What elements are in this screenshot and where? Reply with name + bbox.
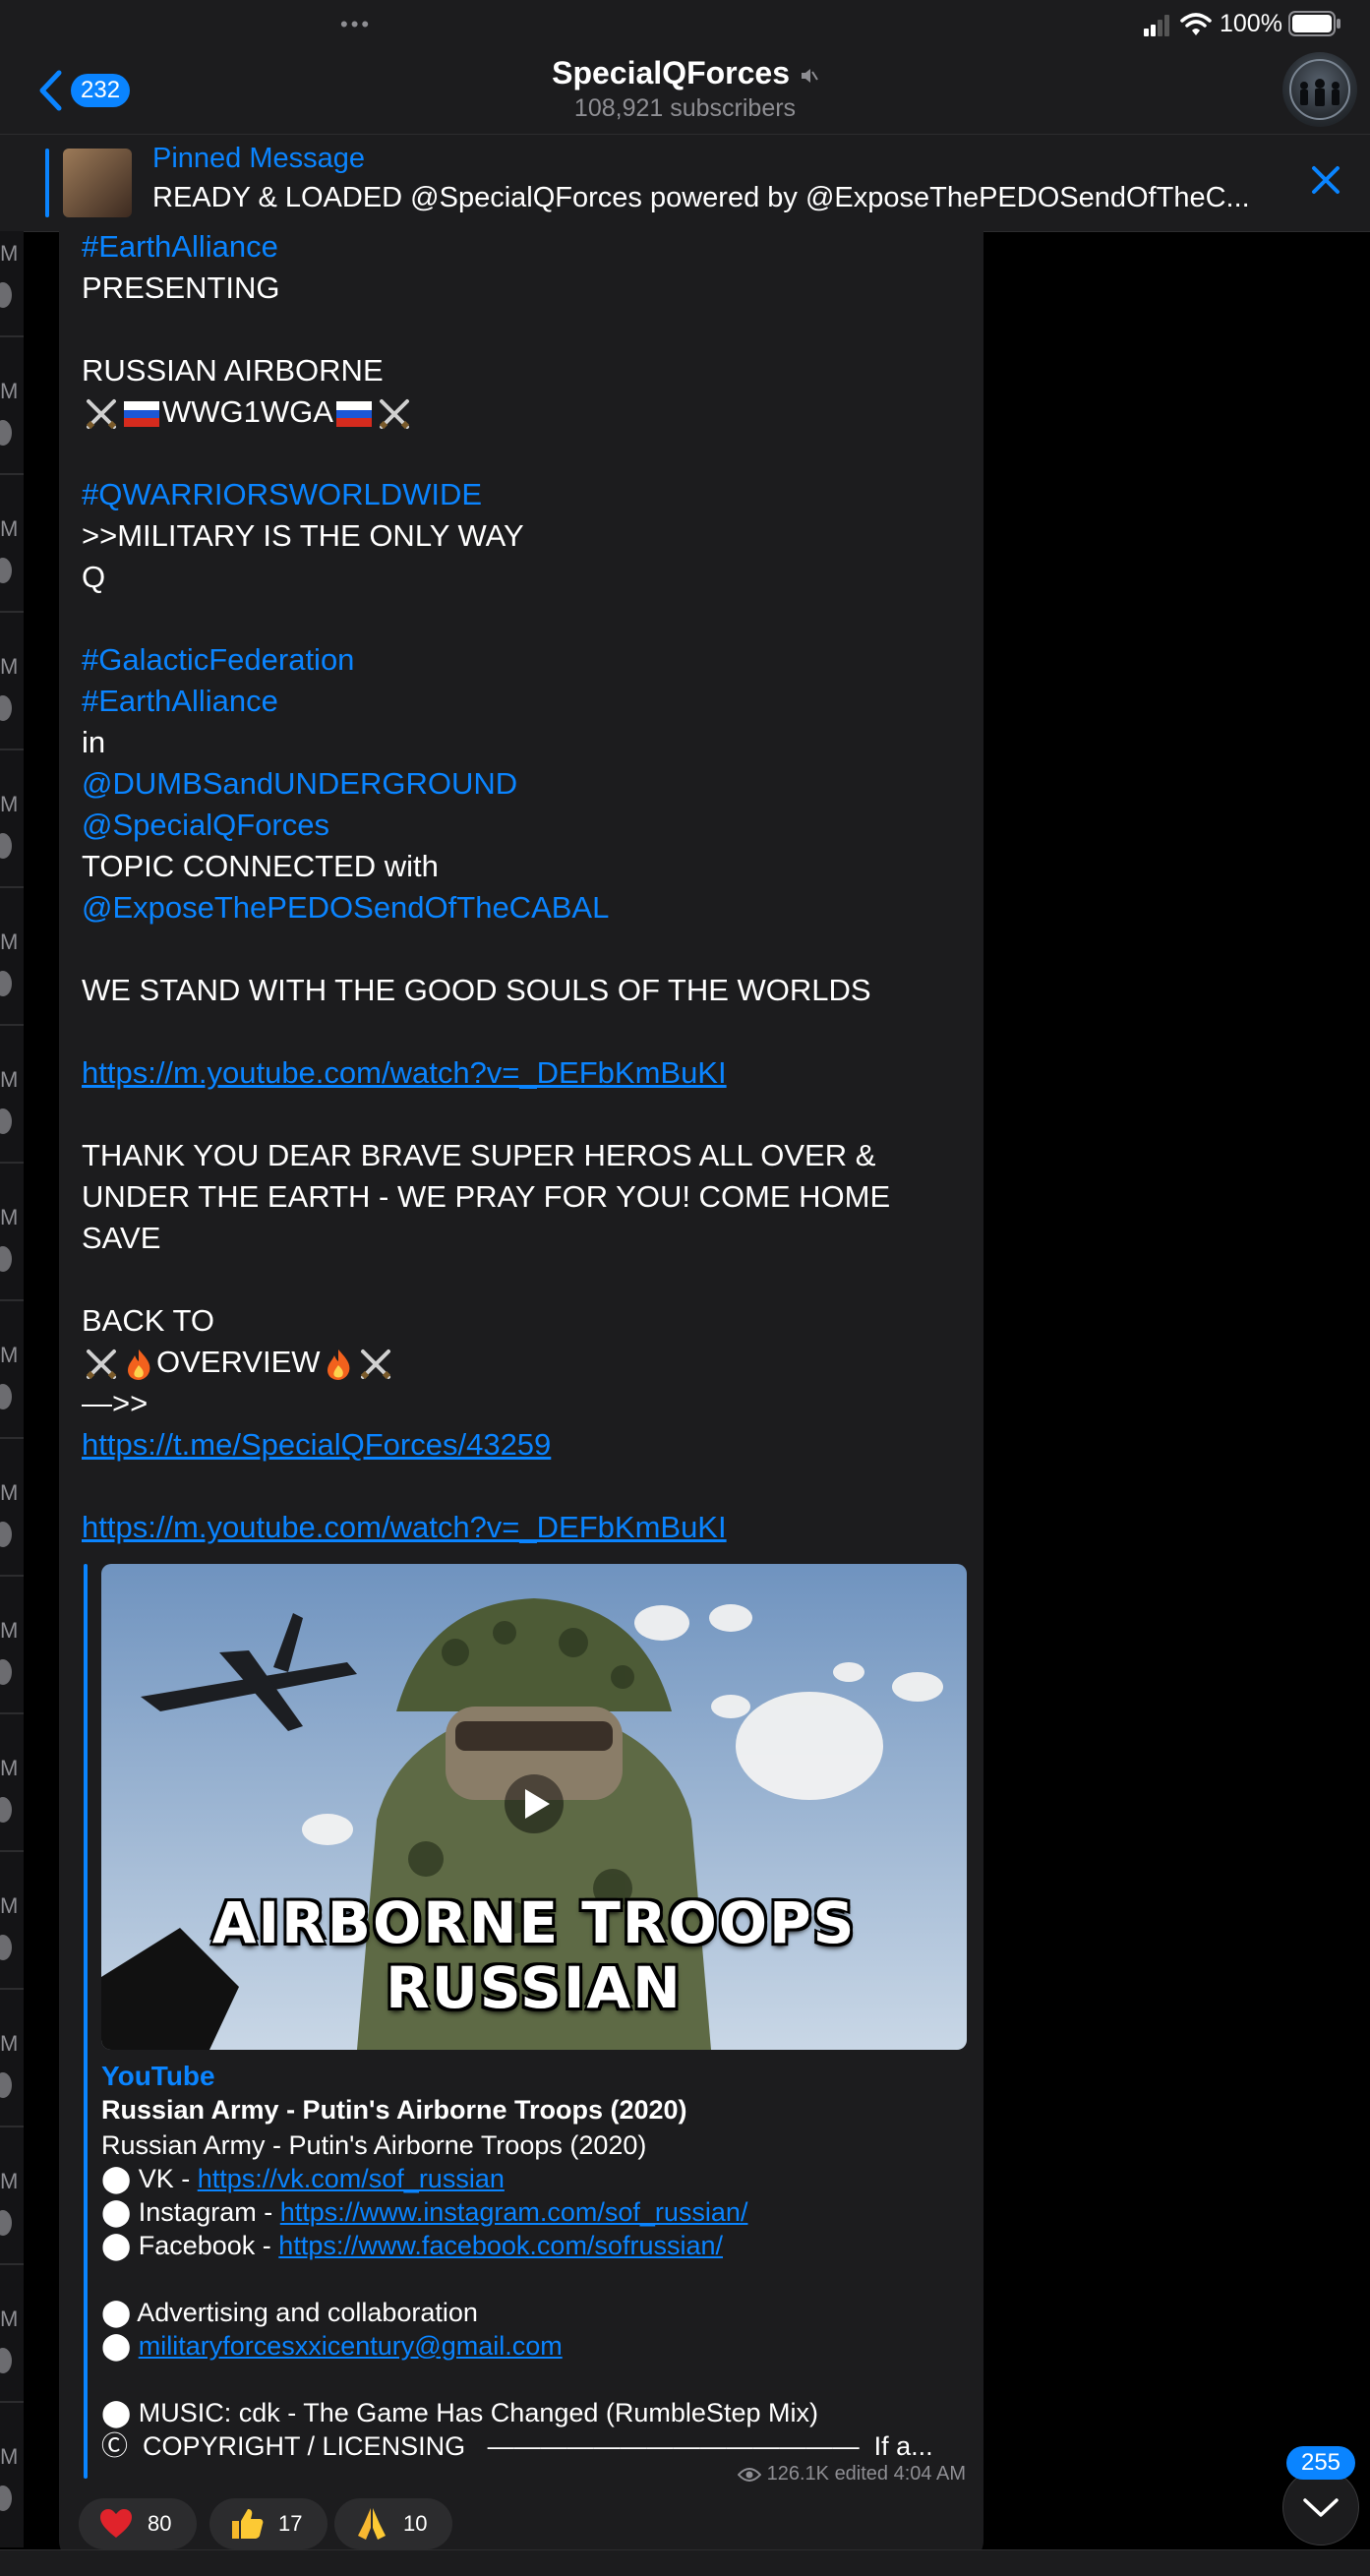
text-line: ⬤ Facebook - https://www.facebook.com/so… [101,2231,723,2260]
battery-icon [1288,11,1340,36]
mention-link[interactable]: @SpecialQForces [82,805,967,846]
cellular-signal-icon [1144,15,1169,36]
text-line: RUSSIAN AIRBORNE [82,353,384,388]
text-line: ⬤ Advertising and collaboration [101,2298,478,2327]
text-line: Russian Army - Putin's Airborne Troops (… [101,2130,647,2160]
text-line: Q [82,560,106,594]
chevron-down-icon [1303,2498,1339,2517]
russia-flag-icon [335,400,372,427]
instagram-link[interactable]: https://www.instagram.com/sof_russian/ [280,2197,748,2227]
chat-list-edge: M M M M M M M M M M M M M M M M M [0,231,24,2547]
text-line: WE STAND WITH THE GOOD SOULS OF THE WORL… [82,973,871,1007]
pinned-thumbnail [63,149,132,217]
hashtag-link[interactable]: #EarthAlliance [82,226,967,268]
text-line: Ⓒ COPYRIGHT / LICENSING —————————————— I… [101,2431,933,2461]
fire-icon [327,1348,349,1380]
text-line: TOPIC CONNECTED with [82,849,439,883]
youtube-link[interactable]: https://m.youtube.com/watch?v=_DEFbKmBuK… [82,1507,967,1548]
link-preview[interactable]: AIRBORNE TROOPS RUSSIAN YouTube Russian … [84,1564,969,2479]
multitasking-dots-icon[interactable]: ••• [340,14,372,35]
pinned-label: Pinned Message [152,143,366,174]
pinned-indicator [45,149,49,217]
fire-icon [128,1348,150,1380]
thumbs-up-icon [232,2509,264,2539]
eye-icon [737,2467,762,2482]
view-count: 126.1K [766,2463,829,2485]
email-link[interactable]: militaryforcesxxicentury@gmail.com [139,2331,563,2361]
text-line: >>MILITARY IS THE ONLY WAY [82,518,524,553]
hashtag-link[interactable]: #GalacticFederation [82,639,967,681]
crossed-swords-icon [86,1348,117,1379]
preview-title: Russian Army - Putin's Airborne Troops (… [101,2095,687,2125]
text-line: —>> [82,1386,149,1420]
facebook-link[interactable]: https://www.facebook.com/sofrussian/ [278,2231,723,2260]
text-line: ⬤ MUSIC: cdk - The Game Has Changed (Rum… [101,2398,818,2427]
reaction-thumbs-up[interactable]: 17 [209,2498,328,2549]
telegram-link[interactable]: https://t.me/SpecialQForces/43259 [82,1424,967,1466]
text-line: WWG1WGA [82,391,967,433]
unread-messages-badge: 255 [1286,2446,1355,2480]
text-line: BACK TO [82,1303,214,1338]
text-line: OVERVIEW [82,1342,967,1383]
reaction-folded-hands[interactable]: 10 [334,2498,452,2549]
crossed-swords-icon [86,398,117,429]
close-icon[interactable] [1304,158,1347,202]
mention-link[interactable]: @DUMBSandUNDERGROUND [82,763,967,805]
soldiers-silhouette-icon [1289,59,1350,120]
message-text: #EarthAlliance PRESENTING RUSSIAN AIRBOR… [82,226,967,1548]
text-line: THANK YOU DEAR BRAVE SUPER HEROS ALL OVE… [82,1138,876,1172]
video-thumbnail[interactable]: AIRBORNE TROOPS RUSSIAN [101,1564,967,2050]
pinned-text: READY & LOADED @SpecialQForces powered b… [152,182,1250,213]
reaction-count: 80 [148,2511,172,2536]
channel-name: SpecialQForces [552,55,790,90]
edited-time: edited 4:04 AM [834,2463,966,2485]
channel-avatar[interactable] [1282,52,1357,127]
heart-icon [100,2509,132,2538]
crossed-swords-icon [360,1348,390,1379]
subscriber-count: 108,921 subscribers [573,94,797,122]
input-bar-edge [0,2549,1370,2576]
muted-icon [801,68,818,83]
text-line: in [82,725,106,759]
mention-link[interactable]: @ExposeThePEDOSendOfTheCABAL [82,887,967,929]
hashtag-link[interactable]: #EarthAlliance [82,681,967,722]
pinned-message-bar[interactable]: Pinned Message READY & LOADED @SpecialQF… [0,135,1370,232]
reaction-count: 10 [403,2511,428,2536]
channel-title[interactable]: SpecialQForces [0,55,1370,91]
preview-site-name: YouTube [101,2061,215,2091]
text-line: ⬤ Instagram - https://www.instagram.com/… [101,2197,748,2227]
russia-flag-icon [124,400,159,427]
vk-link[interactable]: https://vk.com/sof_russian [198,2164,505,2193]
text-line: PRESENTING [82,270,280,305]
crossed-swords-icon [379,398,410,429]
text-line: UNDER THE EARTH - WE PRAY FOR YOU! COME … [82,1179,891,1214]
scroll-to-bottom-button[interactable] [1282,2469,1359,2546]
message-meta: 126.1K edited 4:04 AM [718,2463,966,2486]
chat-header: 232 SpecialQForces 108,921 subscribers [0,51,1370,135]
text-line: SAVE [82,1221,161,1255]
wifi-icon [1180,13,1212,35]
preview-accent-bar [84,1564,88,2479]
reaction-count: 17 [278,2511,303,2536]
text-line: ⬤ VK - https://vk.com/sof_russian [101,2164,505,2193]
thumbnail-caption: AIRBORNE TROOPS RUSSIAN [211,1889,857,2021]
text-line: ⬤ militaryforcesxxicentury@gmail.com [101,2331,563,2361]
youtube-link[interactable]: https://m.youtube.com/watch?v=_DEFbKmBuK… [82,1052,967,1094]
status-bar: ••• 100% [0,0,1370,51]
folded-hands-icon [358,2508,386,2540]
reaction-heart[interactable]: 80 [79,2498,197,2549]
preview-description: Russian Army - Putin's Airborne Troops (… [101,2128,967,2463]
battery-percent: 100% [1220,10,1282,37]
hashtag-link[interactable]: #QWARRIORSWORLDWIDE [82,474,967,515]
